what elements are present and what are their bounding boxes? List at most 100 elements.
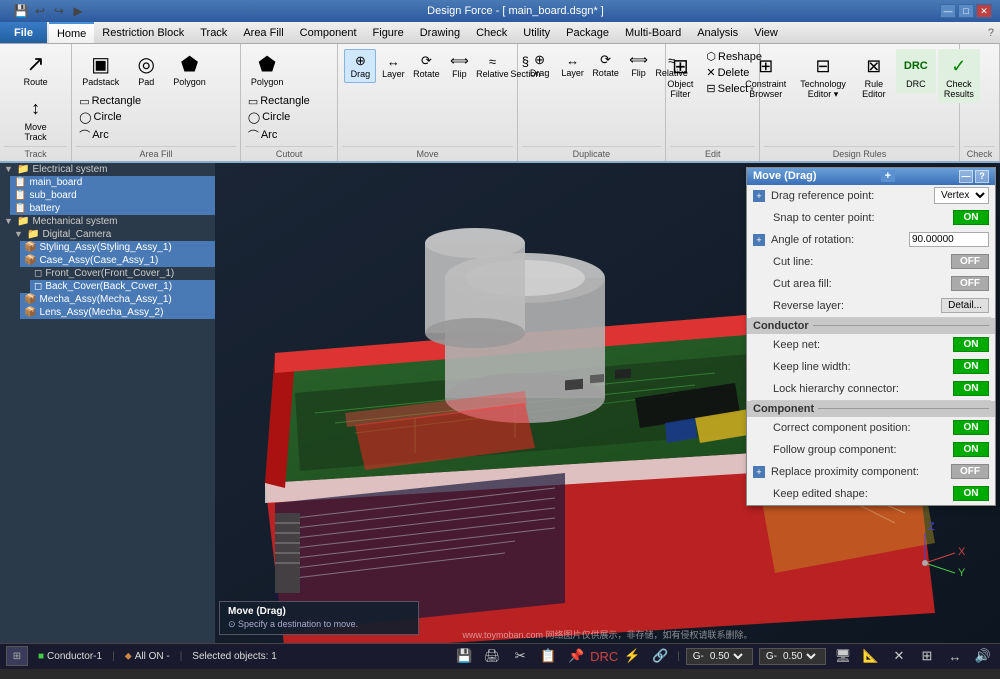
angle-rotation-row: + Angle of rotation: — [747, 229, 995, 251]
cut-line-toggle[interactable]: OFF — [951, 254, 989, 269]
relative-button[interactable]: ≈ Relative — [476, 50, 508, 82]
drc-button[interactable]: DRC DRC — [896, 49, 936, 93]
file-menu[interactable]: File — [0, 22, 47, 43]
drc-status-icon[interactable]: DRC — [593, 646, 615, 666]
status-icon-5[interactable]: 📌 — [565, 646, 587, 666]
cutout-rect-btn[interactable]: ▭ Rectangle — [245, 94, 313, 109]
track-buttons: ↗ Route ↕ MoveTrack — [4, 47, 67, 146]
qa-play[interactable]: ▶ — [69, 2, 87, 20]
dup-drag-button[interactable]: ⊕ Drag — [524, 49, 556, 81]
object-filter-button[interactable]: ⊞ ObjectFilter — [660, 49, 700, 103]
follow-group-toggle[interactable]: ON — [953, 442, 989, 457]
menu-utility[interactable]: Utility — [515, 22, 558, 43]
menu-multi-board[interactable]: Multi-Board — [617, 22, 689, 43]
technology-editor-button[interactable]: ⊟ TechnologyEditor ▾ — [794, 49, 852, 103]
drag-ref-select[interactable]: Vertex — [934, 187, 989, 204]
tree-case-assy[interactable]: 📦 Case_Assy(Case_Assy_1) — [20, 254, 215, 267]
cutout-arc-btn[interactable]: ⌒ Arc — [245, 126, 313, 144]
menu-component[interactable]: Component — [292, 22, 365, 43]
drag-ref-expand[interactable]: + — [753, 190, 765, 202]
angle-expand[interactable]: + — [753, 234, 765, 246]
snap-center-toggle[interactable]: ON — [953, 210, 989, 225]
status-icon-10[interactable]: 📐 — [860, 646, 882, 666]
status-icon-2[interactable]: 🖨 — [481, 646, 503, 666]
constraint-browser-button[interactable]: ⊞ ConstraintBrowser — [739, 49, 792, 103]
menu-analysis[interactable]: Analysis — [689, 22, 746, 43]
padstack-button[interactable]: ▣ Padstack — [76, 47, 125, 91]
drag-panel-help[interactable]: + — [881, 170, 895, 182]
dup-layer-button[interactable]: ↔ Layer — [557, 49, 589, 81]
menu-figure[interactable]: Figure — [365, 22, 412, 43]
dup-rotate-button[interactable]: ⟳ Rotate — [590, 49, 622, 81]
qa-redo[interactable]: ↪ — [50, 2, 68, 20]
menu-view[interactable]: View — [746, 22, 786, 43]
g2-select[interactable]: 0.50 — [779, 650, 819, 663]
status-icon-12[interactable]: ⊞ — [916, 646, 938, 666]
status-grid-btn[interactable]: ⊞ — [6, 646, 28, 666]
g1-select[interactable]: 0.50 — [706, 650, 746, 663]
cut-area-toggle[interactable]: OFF — [951, 276, 989, 291]
keep-edited-toggle[interactable]: ON — [953, 486, 989, 501]
menu-drawing[interactable]: Drawing — [412, 22, 468, 43]
menu-track[interactable]: Track — [192, 22, 235, 43]
tree-battery[interactable]: 📋 battery — [10, 202, 215, 215]
menu-home[interactable]: Home — [49, 22, 94, 43]
keep-line-width-toggle[interactable]: ON — [953, 359, 989, 374]
cutout-circle-btn[interactable]: ◯ Circle — [245, 110, 313, 125]
angle-input[interactable] — [909, 232, 989, 247]
replace-prox-expand[interactable]: + — [753, 466, 765, 478]
status-icon-7[interactable]: ⚡ — [621, 646, 643, 666]
status-icon-8[interactable]: 🔗 — [649, 646, 671, 666]
tree-digital-camera[interactable]: ▼ 📁 Digital_Camera — [10, 228, 215, 241]
menu-check[interactable]: Check — [468, 22, 515, 43]
drag-button[interactable]: ⊕ Drag — [344, 49, 376, 83]
menu-restriction-block[interactable]: Restriction Block — [94, 22, 192, 43]
menu-area-fill[interactable]: Area Fill — [235, 22, 291, 43]
tree-mechanical-system[interactable]: ▼ 📁 Mechanical system — [0, 215, 215, 228]
tree-front-cover[interactable]: ◻ Front_Cover(Front_Cover_1) — [30, 267, 215, 280]
flip-button[interactable]: ⟺ Flip — [443, 50, 475, 82]
move-track-button[interactable]: ↕ MoveTrack — [16, 92, 56, 146]
correct-comp-toggle[interactable]: ON — [953, 420, 989, 435]
status-icon-1[interactable]: 💾 — [453, 646, 475, 666]
move-layer-button[interactable]: ↔ Layer — [377, 50, 409, 82]
panel-minimize[interactable]: — — [959, 170, 973, 183]
rectangle-btn[interactable]: ▭ Rectangle — [76, 94, 144, 109]
snap-center-row: Snap to center point: ON — [747, 207, 995, 229]
close-button[interactable]: ✕ — [976, 4, 992, 18]
tree-lens-assy[interactable]: 📦 Lens_Assy(Mecha_Assy_2) — [20, 306, 215, 319]
keep-net-toggle[interactable]: ON — [953, 337, 989, 352]
rotate-button[interactable]: ⟳ Rotate — [410, 50, 442, 82]
rule-editor-button[interactable]: ⊠ RuleEditor — [854, 49, 894, 103]
tree-sub-board[interactable]: 📋 sub_board — [10, 189, 215, 202]
status-icon-14[interactable]: 🔊 — [972, 646, 994, 666]
reverse-layer-detail[interactable]: Detail... — [941, 298, 989, 313]
tree-electrical-system[interactable]: ▼ 📁 Electrical system — [0, 163, 215, 176]
arc-btn[interactable]: ⌒ Arc — [76, 126, 144, 144]
lock-hier-toggle[interactable]: ON — [953, 381, 989, 396]
tree-styling-assy[interactable]: 📦 Styling_Assy(Styling_Assy_1) — [20, 241, 215, 254]
status-icon-13[interactable]: ↔ — [944, 646, 966, 666]
polygon-area-button[interactable]: ⬟ Polygon — [167, 47, 212, 91]
menu-package[interactable]: Package — [558, 22, 617, 43]
component-section-header: Component — [747, 401, 995, 417]
maximize-button[interactable]: □ — [958, 4, 974, 18]
tree-back-cover[interactable]: ◻ Back_Cover(Back_Cover_1) — [30, 280, 215, 293]
route-button[interactable]: ↗ Route — [16, 47, 56, 91]
status-icon-11[interactable]: ✕ — [888, 646, 910, 666]
qa-undo[interactable]: ↩ — [31, 2, 49, 20]
canvas-area[interactable]: X Y Z Collision Collision Move (Drag) ⊙ … — [215, 163, 1000, 643]
panel-help[interactable]: ? — [975, 170, 989, 183]
cutout-polygon-button[interactable]: ⬟ Polygon — [245, 47, 290, 91]
status-icon-3[interactable]: ✂ — [509, 646, 531, 666]
status-icon-9[interactable]: 🖥 — [832, 646, 854, 666]
minimize-button[interactable]: — — [940, 4, 956, 18]
tree-mecha-assy[interactable]: 📦 Mecha_Assy(Mecha_Assy_1) — [20, 293, 215, 306]
circle-btn[interactable]: ◯ Circle — [76, 110, 144, 125]
dup-flip-button[interactable]: ⟺ Flip — [623, 49, 655, 81]
pad-button[interactable]: ◎ Pad — [126, 47, 166, 91]
tree-main-board[interactable]: 📋 main_board — [10, 176, 215, 189]
qa-save[interactable]: 💾 — [12, 2, 30, 20]
replace-prox-toggle[interactable]: OFF — [951, 464, 989, 479]
status-icon-4[interactable]: 📋 — [537, 646, 559, 666]
